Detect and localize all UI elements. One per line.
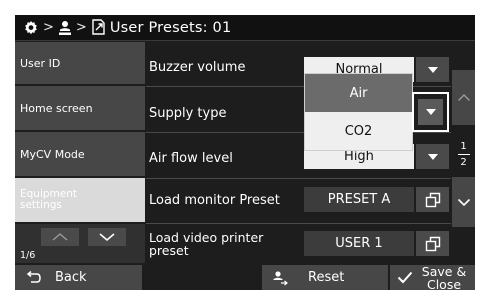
breadcrumb-separator: > <box>75 20 87 35</box>
row-divider <box>146 223 451 224</box>
fraction-bar <box>457 154 470 155</box>
chevron-up-icon <box>52 233 68 241</box>
sidebar-item-label: Home screen <box>20 101 93 115</box>
dropdown-option-co2[interactable]: CO2 <box>305 112 412 150</box>
reset-label: Reset <box>308 270 345 285</box>
video-printer-preset-value[interactable]: USER 1 <box>304 231 414 256</box>
supply-type-dropdown-menu: Air CO2 <box>304 73 413 151</box>
row-label-air-flow-level: Air flow level <box>149 150 233 166</box>
back-arrow-icon <box>25 270 41 285</box>
checkmark-icon <box>397 271 413 284</box>
back-label: Back <box>55 270 87 285</box>
user-reset-icon <box>272 270 288 286</box>
scroll-current-page: 1 <box>460 141 467 152</box>
monitor-preset-load-button[interactable] <box>416 187 449 212</box>
save-and-close-button[interactable]: Save & Close <box>390 265 475 290</box>
list-scrollbar: 1 2 <box>452 42 475 262</box>
copy-window-icon <box>425 236 440 251</box>
scroll-total-pages: 2 <box>460 157 467 168</box>
sidebar-item-user-id[interactable]: User ID <box>15 42 145 85</box>
monitor-preset-value[interactable]: PRESET A <box>304 187 414 212</box>
document-arrow-icon[interactable] <box>91 19 107 36</box>
page-title: User Presets: 01 <box>109 19 232 36</box>
sidebar-item-mycv-mode[interactable]: MyCV Mode <box>15 132 145 177</box>
sidebar-item-label: Equipment settings <box>20 188 77 211</box>
row-label-load-video-printer-preset: Load video printer preset <box>149 230 264 258</box>
page-indicator: 1/6 <box>20 250 36 261</box>
copy-window-icon <box>425 192 440 207</box>
scroll-up-button[interactable] <box>452 70 475 125</box>
breadcrumb-separator: > <box>43 20 54 35</box>
sidebar-pagination: 1/6 <box>15 224 145 263</box>
sidebar-item-equipment-settings[interactable]: Equipment settings <box>15 178 145 223</box>
dropdown-button-face <box>418 99 443 125</box>
sidebar-item-label: User ID <box>20 56 61 70</box>
buzzer-volume-dropdown-button[interactable] <box>416 57 449 82</box>
back-button[interactable]: Back <box>15 265 142 290</box>
footer-bar: Back Reset Save & Close <box>15 263 475 290</box>
supply-type-dropdown-button[interactable] <box>412 92 449 132</box>
preset-screen: > > User Presets: 01 User ID Home screen… <box>15 15 475 290</box>
chevron-down-icon <box>99 233 115 242</box>
chevron-down-icon <box>457 198 470 206</box>
sidebar-page-up-button[interactable] <box>41 228 79 246</box>
header-bar: > > User Presets: 01 <box>15 15 475 41</box>
gear-icon[interactable] <box>23 20 39 36</box>
save-close-label: Save & Close <box>421 263 467 291</box>
sidebar-item-home-screen[interactable]: Home screen <box>15 86 145 131</box>
row-label-load-monitor-preset: Load monitor Preset <box>149 192 280 208</box>
chevron-up-icon <box>457 94 470 101</box>
user-icon[interactable] <box>58 20 72 36</box>
scroll-down-button[interactable] <box>452 177 475 227</box>
sidebar-item-label: MyCV Mode <box>20 147 85 161</box>
row-divider <box>146 178 451 179</box>
reset-button[interactable]: Reset <box>262 265 388 290</box>
row-label-buzzer-volume: Buzzer volume <box>149 59 246 75</box>
triangle-down-icon <box>427 153 438 160</box>
air-flow-level-dropdown-button[interactable] <box>416 144 449 169</box>
sidebar-page-down-button[interactable] <box>88 228 126 246</box>
triangle-down-icon <box>425 109 436 115</box>
row-label-supply-type: Supply type <box>149 105 227 121</box>
triangle-down-icon <box>427 66 438 73</box>
scroll-position-indicator: 1 2 <box>452 140 475 180</box>
video-printer-preset-load-button[interactable] <box>416 231 449 256</box>
dropdown-option-air[interactable]: Air <box>305 74 412 112</box>
